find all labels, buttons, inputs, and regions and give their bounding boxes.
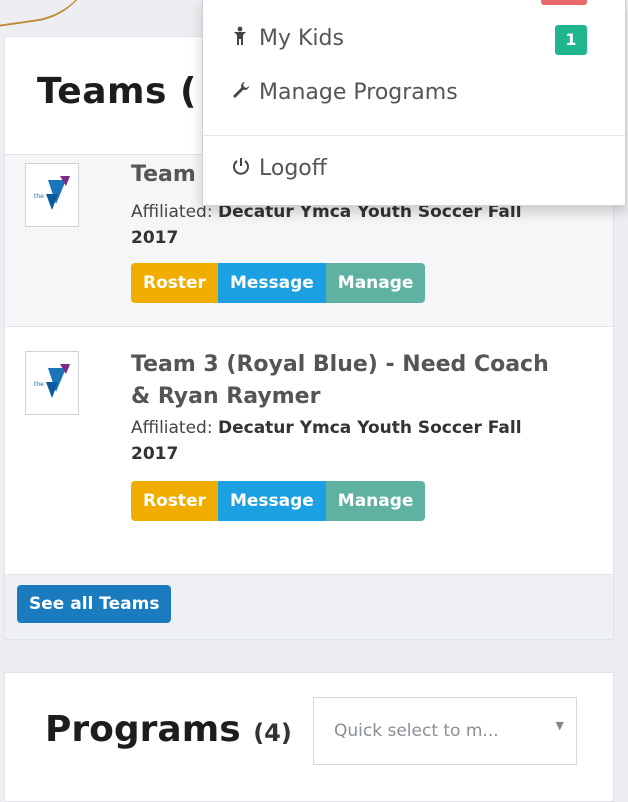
team-actions: Roster Message Manage [131,481,426,521]
quick-select-dropdown[interactable]: Quick select to m... ▼ [313,697,577,765]
roster-button[interactable]: Roster [131,263,218,303]
team-row: the Team 3 (Royal Blue) - Need Coach & R… [5,327,613,575]
my-kids-count-badge: 1 [555,25,587,55]
user-dropdown-menu: My Kids 1 Manage Programs Logoff [202,0,626,206]
programs-title: Programs (4) [45,709,292,750]
programs-count: (4) [253,719,292,747]
affiliation-label: Affiliated: [131,418,213,438]
decorative-arc [0,0,106,32]
svg-text:the: the [34,193,44,200]
menu-item-label: Logoff [259,156,327,181]
message-button[interactable]: Message [217,263,326,303]
team-name-line2: & Ryan Raymer [131,384,321,409]
menu-item-manage-programs[interactable]: Manage Programs [231,77,458,109]
team-actions: Roster Message Manage [131,263,426,303]
menu-item-my-kids[interactable]: My Kids [231,23,344,55]
affiliation-year: 2017 [131,444,179,464]
quick-select-placeholder: Quick select to m... [334,721,499,741]
teams-title: Teams ( [37,71,197,112]
menu-item-label: My Kids [259,26,344,51]
team-name[interactable]: Team 3 (Royal Blue) - Need Coach & Ryan … [131,349,549,413]
menu-divider [203,135,625,136]
caret-down-icon: ▼ [555,719,564,732]
team-name-line1: Team 3 (Royal Blue) - Need Coach [131,352,549,377]
menu-item-label: Manage Programs [259,80,458,105]
affiliation-value: Decatur Ymca Youth Soccer Fall [217,418,522,438]
notification-badge [541,0,587,5]
child-icon [231,23,259,55]
affiliation-label: Affiliated: [131,202,213,222]
power-icon [231,153,259,185]
programs-title-text: Programs [45,709,241,750]
menu-item-logoff[interactable]: Logoff [231,153,327,185]
ymca-logo-icon: the [25,163,79,227]
see-all-teams-button[interactable]: See all Teams [17,585,172,623]
ymca-logo-icon: the [25,351,79,415]
manage-button[interactable]: Manage [325,263,426,303]
affiliation-year: 2017 [131,228,179,248]
team-affiliation: Affiliated: Decatur Ymca Youth Soccer Fa… [131,199,611,251]
manage-button[interactable]: Manage [325,481,426,521]
message-button[interactable]: Message [217,481,326,521]
team-name[interactable]: Team [131,159,196,191]
roster-button[interactable]: Roster [131,481,218,521]
programs-card: Programs (4) Quick select to m... ▼ [4,672,614,802]
wrench-icon [231,77,259,109]
team-affiliation: Affiliated: Decatur Ymca Youth Soccer Fa… [131,415,611,467]
svg-text:the: the [34,381,44,388]
